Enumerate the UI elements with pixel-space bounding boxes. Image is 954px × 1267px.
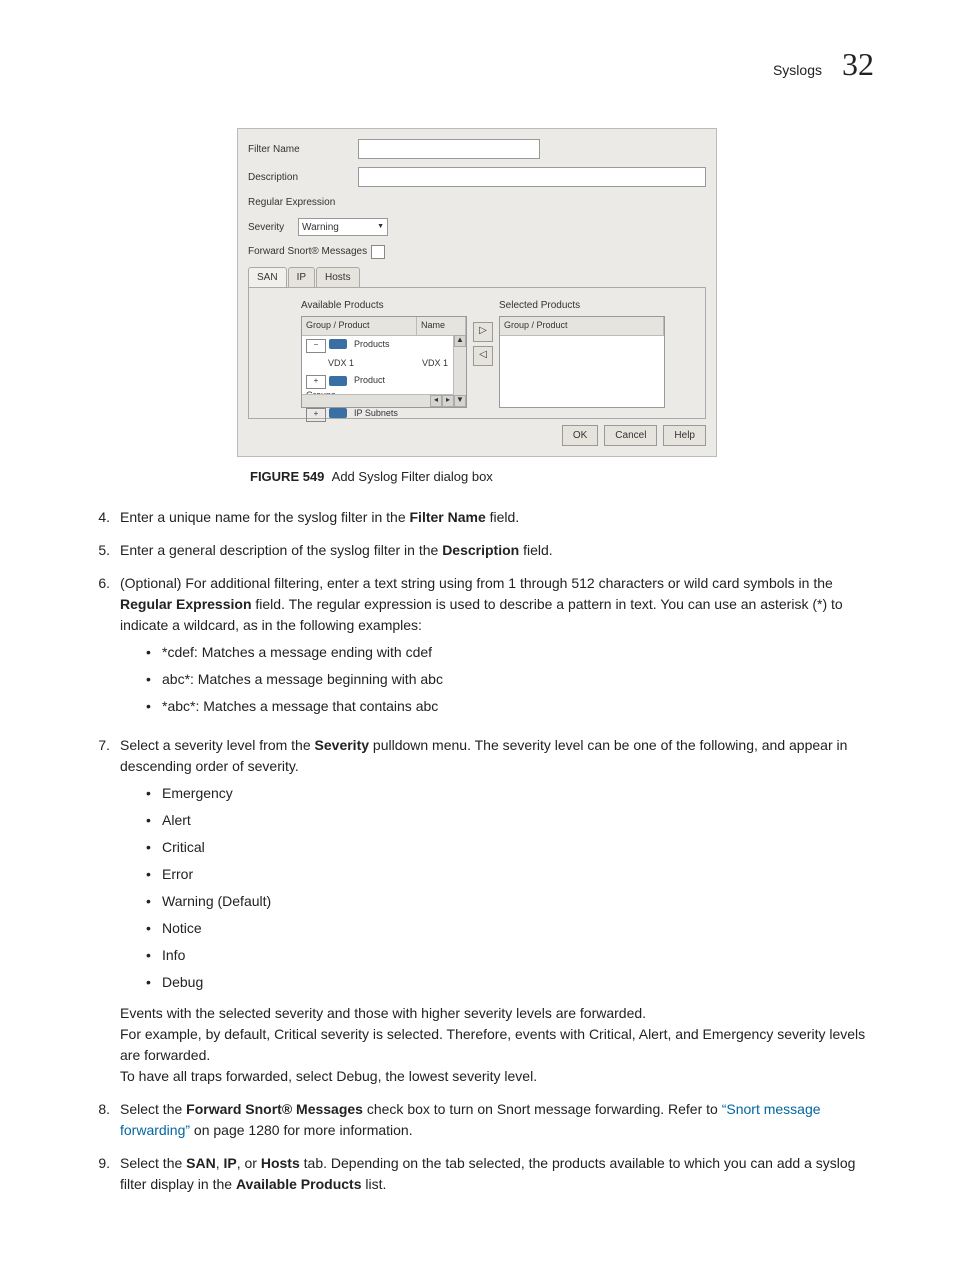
bullet-item: Info: [146, 945, 874, 966]
severity-label: Severity: [248, 220, 298, 235]
tree-ip-subnets[interactable]: IP Subnets: [350, 407, 402, 419]
filter-name-label: Filter Name: [248, 142, 358, 157]
available-products-title: Available Products: [301, 298, 467, 313]
step-number: 8.: [80, 1099, 120, 1141]
tab-hosts[interactable]: Hosts: [316, 267, 360, 287]
tree-products: Products: [350, 338, 394, 350]
scrollbar-vertical[interactable]: ▲▼: [453, 335, 466, 407]
step-text: Select the SAN, IP, or Hosts tab. Depend…: [120, 1153, 874, 1195]
ok-button[interactable]: OK: [562, 425, 598, 446]
figure-caption: FIGURE 549 Add Syslog Filter dialog box: [250, 467, 874, 487]
bullet-item: Critical: [146, 837, 874, 858]
cancel-button[interactable]: Cancel: [604, 425, 657, 446]
description-label: Description: [248, 170, 358, 185]
chevron-down-icon: ▼: [377, 222, 384, 233]
tab-san[interactable]: SAN: [248, 267, 287, 287]
col-group-product-sel: Group / Product: [500, 317, 664, 335]
help-button[interactable]: Help: [663, 425, 706, 446]
section-title: Syslogs: [773, 60, 822, 81]
step-text: Enter a general description of the syslo…: [120, 540, 874, 561]
page-header: Syslogs 32: [80, 40, 874, 88]
bullet-item: Error: [146, 864, 874, 885]
tab-ip[interactable]: IP: [288, 267, 315, 287]
scroll-right-icon[interactable]: ▸: [442, 395, 454, 407]
available-products-list[interactable]: Group / Product Name −Products VDX 1VDX …: [301, 316, 467, 408]
step-number: 7.: [80, 735, 120, 1087]
forward-snort-checkbox[interactable]: [371, 245, 385, 259]
description-input[interactable]: [358, 167, 706, 187]
filter-name-input[interactable]: [358, 139, 540, 159]
step-number: 6.: [80, 573, 120, 723]
bullet-item: Emergency: [146, 783, 874, 804]
step-text: Select a severity level from the Severit…: [120, 735, 874, 1087]
severity-value: Warning: [302, 220, 339, 235]
add-syslog-filter-dialog: Filter Name Description Regular Expressi…: [237, 128, 717, 457]
step-number: 9.: [80, 1153, 120, 1195]
scroll-up-icon[interactable]: ▲: [454, 335, 466, 347]
step-text: Select the Forward Snort® Messages check…: [120, 1099, 874, 1141]
selected-products-list[interactable]: Group / Product: [499, 316, 665, 408]
col-name: Name: [417, 317, 466, 335]
product-tabs: SAN IP Hosts: [248, 267, 706, 287]
step-number: 4.: [80, 507, 120, 528]
bullet-item: *cdef: Matches a message ending with cde…: [146, 642, 874, 663]
forward-snort-label: Forward Snort® Messages: [248, 244, 367, 259]
col-group-product: Group / Product: [302, 317, 417, 335]
tree-item-vdx1[interactable]: VDX 1: [324, 357, 358, 369]
bullet-item: Warning (Default): [146, 891, 874, 912]
bullet-item: Debug: [146, 972, 874, 993]
bullet-item: Alert: [146, 810, 874, 831]
step-text: Enter a unique name for the syslog filte…: [120, 507, 874, 528]
step-number: 5.: [80, 540, 120, 561]
step-text: (Optional) For additional filtering, ent…: [120, 573, 874, 723]
move-left-button[interactable]: ◁: [473, 346, 493, 366]
regex-label: Regular Expression: [248, 195, 358, 210]
selected-products-title: Selected Products: [499, 298, 665, 313]
scroll-left-icon[interactable]: ◂: [430, 395, 442, 407]
severity-select[interactable]: Warning ▼: [298, 218, 388, 236]
chapter-number: 32: [842, 40, 874, 88]
bullet-item: abc*: Matches a message beginning with a…: [146, 669, 874, 690]
scrollbar-horizontal[interactable]: ◂▸: [302, 394, 454, 407]
scroll-down-icon[interactable]: ▼: [454, 395, 466, 407]
bullet-item: Notice: [146, 918, 874, 939]
move-right-button[interactable]: ▷: [473, 322, 493, 342]
bullet-item: *abc*: Matches a message that contains a…: [146, 696, 874, 717]
